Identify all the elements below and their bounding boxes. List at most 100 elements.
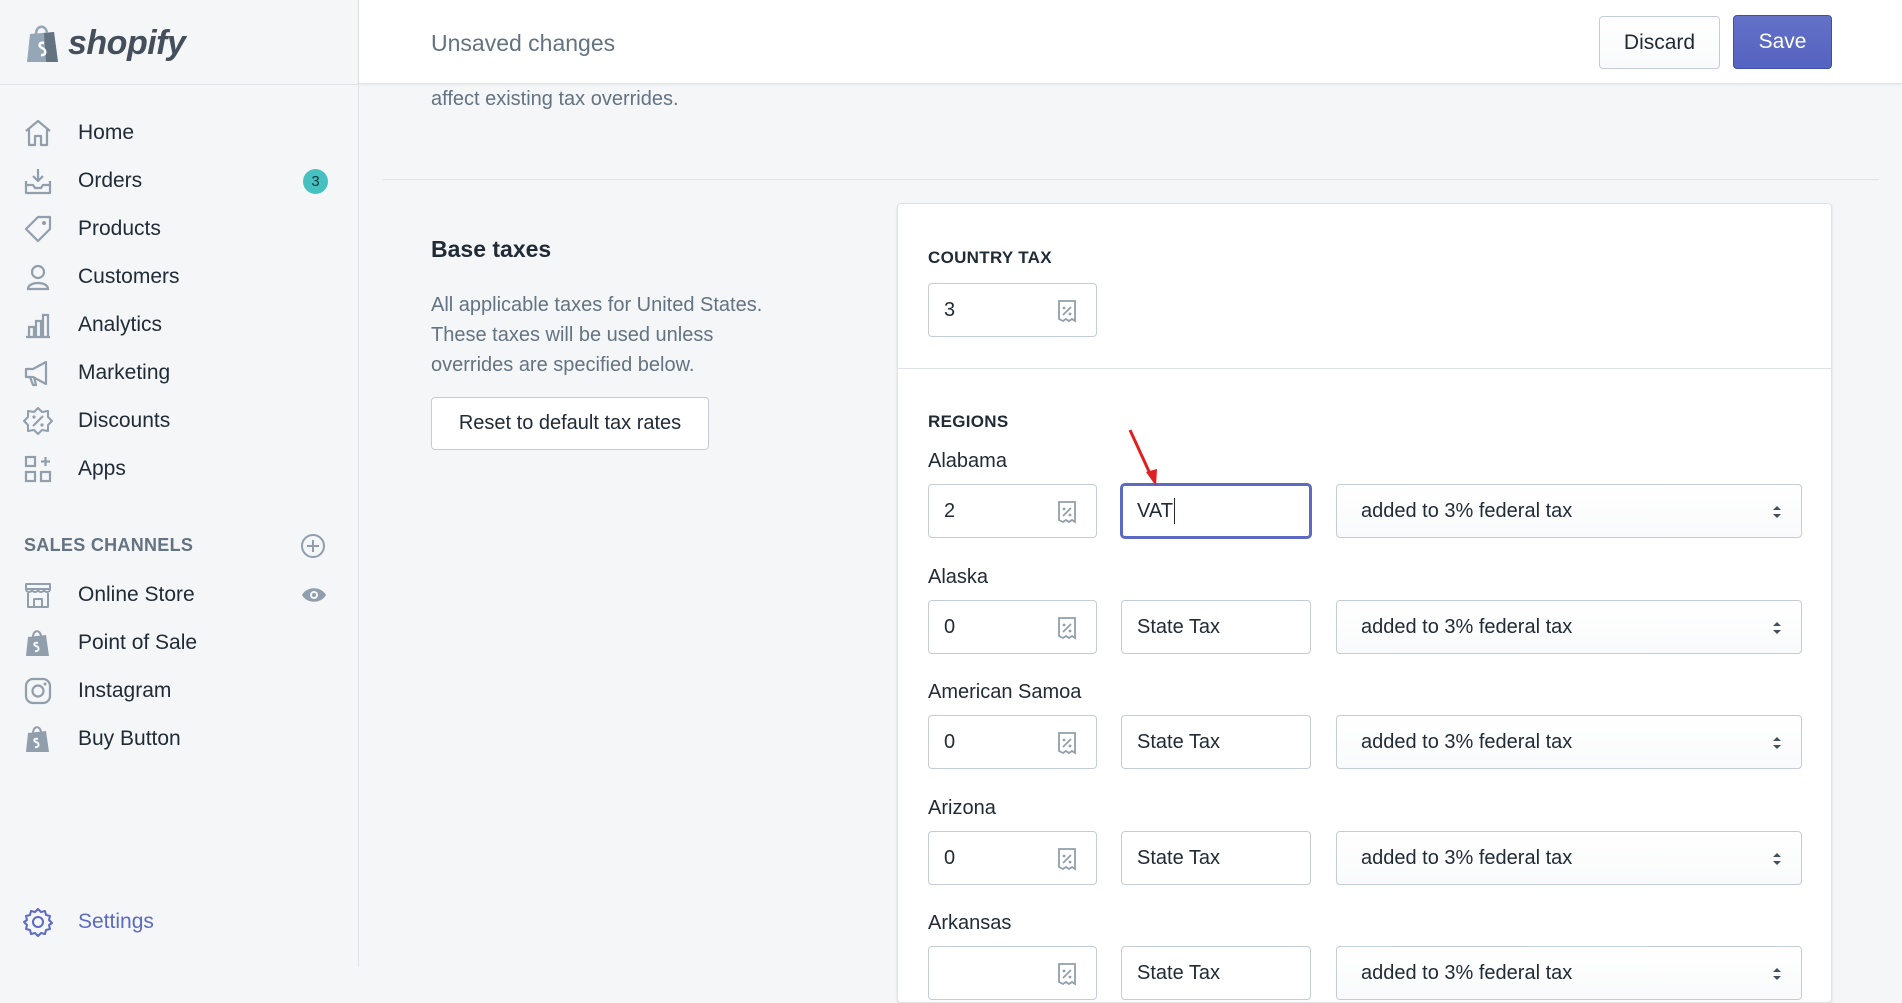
region-rate-input[interactable]: 0: [928, 600, 1097, 654]
region-label: Arizona: [928, 797, 996, 819]
region-rate-value: 2: [944, 500, 956, 522]
percent-receipt-icon: [1058, 300, 1076, 323]
unsaved-changes-title: Unsaved changes: [431, 30, 616, 56]
region-tax-mode-select[interactable]: added to 3% federal tax: [1336, 484, 1802, 538]
select-arrows-icon: [1773, 622, 1781, 634]
apps-grid-icon: [24, 455, 52, 483]
sidebar: shopify Home Orders 3 Products Customers…: [0, 0, 359, 967]
nav-item-home[interactable]: Home: [0, 109, 359, 157]
eye-icon[interactable]: [300, 583, 328, 607]
nav-item-orders[interactable]: Orders 3: [0, 157, 359, 205]
region-tax-name-input[interactable]: State Tax: [1121, 600, 1311, 654]
home-icon: [25, 119, 51, 147]
channel-buy-button[interactable]: Buy Button: [0, 715, 359, 763]
region-rate-input[interactable]: 0: [928, 715, 1097, 769]
main-content: affect existing tax overrides. Base taxe…: [359, 84, 1902, 1003]
country-tax-rate-input[interactable]: 3: [928, 283, 1097, 337]
channel-point-of-sale[interactable]: Point of Sale: [0, 619, 359, 667]
nav-label-products: Products: [78, 217, 161, 240]
base-taxes-description: All applicable taxes for United States. …: [431, 294, 763, 376]
nav-label-orders: Orders: [78, 169, 143, 192]
region-tax-name-input[interactable]: State Tax: [1121, 946, 1311, 1000]
nav-label-home: Home: [78, 121, 135, 144]
select-arrows-icon: [1773, 737, 1781, 749]
sales-channels-list: Online Store Point of Sale Instagram Buy…: [0, 571, 359, 763]
nav-label-apps: Apps: [78, 457, 126, 480]
region-tax-name-value: State Tax: [1137, 961, 1221, 984]
discount-badge-icon: [23, 407, 53, 435]
shopify-bag-icon: [26, 726, 49, 752]
nav-item-marketing[interactable]: Marketing: [0, 349, 359, 397]
contextual-save-bar: Unsaved changes Discard Save: [359, 0, 1902, 84]
nav-label-marketing: Marketing: [78, 361, 171, 384]
region-tax-name-input[interactable]: State Tax: [1121, 715, 1311, 769]
nav-item-settings[interactable]: Settings: [0, 898, 359, 946]
select-arrows-icon: [1773, 853, 1781, 865]
discard-button[interactable]: Discard: [1599, 16, 1720, 69]
region-tax-name-input[interactable]: VAT: [1121, 484, 1311, 538]
regions-heading: REGIONS: [928, 412, 1009, 431]
sales-channels-heading: SALES CHANNELS: [24, 535, 194, 555]
tax-rates-card: COUNTRY TAX 3 REGIONS Alabama 2 VAT adde…: [897, 203, 1832, 1003]
nav-item-products[interactable]: Products: [0, 205, 359, 253]
tag-icon: [24, 215, 52, 243]
region-tax-mode-value: added to 3% federal tax: [1361, 846, 1573, 869]
add-sales-channel-icon[interactable]: [300, 533, 326, 559]
nav-item-analytics[interactable]: Analytics: [0, 301, 359, 349]
region-tax-name-value: State Tax: [1137, 730, 1221, 753]
region-rate-input[interactable]: [928, 946, 1097, 1000]
orders-inbox-icon: [24, 169, 52, 195]
region-tax-mode-value: added to 3% federal tax: [1361, 730, 1573, 753]
shopify-bag-icon: [27, 25, 58, 62]
country-tax-heading: COUNTRY TAX: [928, 248, 1052, 267]
region-tax-mode-value: added to 3% federal tax: [1361, 615, 1573, 638]
main-nav: Home Orders 3 Products Customers Analyti…: [0, 109, 359, 493]
brand-wordmark: shopify: [68, 23, 186, 62]
nav-item-customers[interactable]: Customers: [0, 253, 359, 301]
region-tax-mode-value: added to 3% federal tax: [1361, 961, 1573, 984]
region-rate-value: 0: [944, 616, 956, 638]
region-rate-input[interactable]: 2: [928, 484, 1097, 538]
region-tax-mode-select[interactable]: added to 3% federal tax: [1336, 946, 1802, 1000]
nav-label-discounts: Discounts: [78, 409, 171, 432]
region-label: Alaska: [928, 566, 989, 588]
annotation-arrow-icon: [1128, 429, 1157, 486]
channel-label-instagram: Instagram: [78, 679, 172, 702]
section-divider: [383, 179, 1879, 180]
previous-section-text: affect existing tax overrides.: [431, 88, 679, 110]
nav-label-analytics: Analytics: [78, 313, 163, 336]
nav-item-apps[interactable]: Apps: [0, 445, 359, 493]
region-rate-value: 0: [944, 731, 956, 753]
region-tax-mode-select[interactable]: added to 3% federal tax: [1336, 715, 1802, 769]
percent-receipt-icon: [1058, 732, 1076, 755]
customer-icon: [26, 264, 50, 291]
megaphone-icon: [24, 360, 48, 387]
reset-default-tax-rates-button[interactable]: Reset to default tax rates: [431, 397, 709, 450]
base-taxes-title: Base taxes: [431, 236, 552, 262]
region-rate-input[interactable]: 0: [928, 831, 1097, 885]
percent-receipt-icon: [1058, 848, 1076, 871]
region-tax-mode-value: added to 3% federal tax: [1361, 499, 1573, 522]
shopify-bag-icon: [26, 630, 49, 656]
channel-instagram[interactable]: Instagram: [0, 667, 359, 715]
save-button[interactable]: Save: [1733, 15, 1832, 69]
channel-label-buy-button: Buy Button: [78, 727, 181, 750]
country-tax-rate-value: 3: [944, 299, 956, 321]
store-icon: [25, 583, 51, 608]
percent-receipt-icon: [1058, 963, 1076, 986]
region-tax-mode-select[interactable]: added to 3% federal tax: [1336, 600, 1802, 654]
percent-receipt-icon: [1058, 617, 1076, 640]
channel-online-store[interactable]: Online Store: [0, 571, 359, 619]
orders-count-badge: 3: [303, 169, 328, 194]
region-rate-value: 0: [944, 847, 956, 869]
nav-item-discounts[interactable]: Discounts: [0, 397, 359, 445]
region-tax-mode-select[interactable]: added to 3% federal tax: [1336, 831, 1802, 885]
channel-label-point-of-sale: Point of Sale: [78, 631, 198, 654]
region-tax-name-input[interactable]: State Tax: [1121, 831, 1311, 885]
region-label: Alabama: [928, 450, 1007, 472]
gear-icon: [23, 908, 53, 937]
shopify-logo[interactable]: shopify: [24, 18, 186, 68]
region-tax-name-value: VAT: [1137, 499, 1173, 522]
card-section-divider: [898, 368, 1831, 369]
settings-nav: Settings: [0, 898, 359, 946]
